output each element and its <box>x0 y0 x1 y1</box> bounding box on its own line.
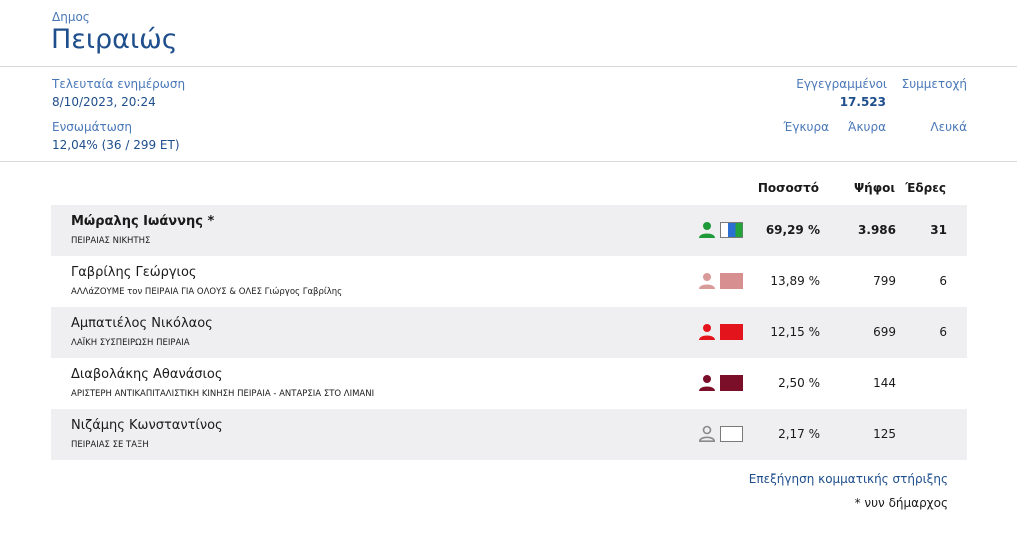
person-icon <box>699 375 715 391</box>
percent-value: 2,50 % <box>778 376 820 390</box>
registered-value: 17.523 <box>839 95 886 109</box>
last-update-label: Τελευταία ενημέρωση <box>52 77 186 91</box>
seats-value: 6 <box>939 325 947 339</box>
stats-panel: Τελευταία ενημέρωση 8/10/2023, 20:24 Ενσ… <box>0 67 1017 162</box>
registered-label: Εγγεγραμμένοι <box>796 77 887 91</box>
party-support-explanation-link[interactable]: Επεξήγηση κομματικής στήριξης <box>749 472 948 486</box>
candidate-row: Διαβολάκης Αθανάσιος ΑΡΙΣΤΕΡΗ ΑΝΤΙΚΑΠΙΤΑ… <box>51 358 967 409</box>
integration-value: 12,04% (36 / 299 ΕΤ) <box>52 138 180 152</box>
results-table: Μώραλης Ιωάννης * ΠΕΙΡΑΙΑΣ ΝΙΚΗΤΗΣ 69,29… <box>51 205 967 460</box>
votes-value: 144 <box>873 376 896 390</box>
candidate-name: Νιζάμης Κωνσταντίνος <box>71 418 223 433</box>
candidate-name: Διαβολάκης Αθανάσιος <box>71 367 223 382</box>
percent-value: 69,29 % <box>765 223 820 237</box>
party-color-swatch <box>720 426 743 442</box>
votes-value: 799 <box>873 274 896 288</box>
percent-value: 12,15 % <box>770 325 820 339</box>
person-icon <box>699 324 715 340</box>
party-name: ΑΡΙΣΤΕΡΗ ΑΝΤΙΚΑΠΙΤΑΛΙΣΤΙΚΗ ΚΙΝΗΣΗ ΠΕΙΡΑΙ… <box>71 389 375 399</box>
page-header: Δημος Πειραιώς <box>0 0 1017 67</box>
column-header-percent: Ποσοστό <box>757 181 819 195</box>
seats-value: 31 <box>930 223 947 237</box>
candidate-row: Αμπατιέλος Νικόλαος ΛΑΪΚΗ ΣΥΣΠΕΙΡΩΣΗ ΠΕΙ… <box>51 307 967 358</box>
person-icon <box>699 273 715 289</box>
candidate-row: Γαβρίλης Γεώργιος ΑΛΛάΖΟΥΜΕ τον ΠΕΙΡΑΙΑ … <box>51 256 967 307</box>
turnout-label: Συμμετοχή <box>901 77 967 91</box>
party-color-swatch <box>720 273 743 289</box>
incumbent-note: * νυν δήμαρχος <box>854 496 948 510</box>
integration-label: Ενσωμάτωση <box>52 120 132 134</box>
invalid-label: Άκυρα <box>848 120 886 134</box>
column-header-seats: Έδρες <box>905 181 946 195</box>
candidate-row: Μώραλης Ιωάννης * ΠΕΙΡΑΙΑΣ ΝΙΚΗΤΗΣ 69,29… <box>51 205 967 256</box>
party-name: ΑΛΛάΖΟΥΜΕ τον ΠΕΙΡΑΙΑ ΓΙΑ ΟΛΟΥΣ & ΟΛΕΣ Γ… <box>71 287 343 297</box>
person-icon <box>699 222 715 238</box>
last-update-value: 8/10/2023, 20:24 <box>52 95 156 109</box>
candidate-name: Γαβρίλης Γεώργιος <box>71 265 197 280</box>
seats-value: 6 <box>939 274 947 288</box>
party-color-swatch <box>720 324 743 340</box>
blank-label: Λευκά <box>930 120 967 134</box>
candidate-row: Νιζάμης Κωνσταντίνος ΠΕΙΡΑΙΑΣ ΣΕ ΤΑΞΗ 2,… <box>51 409 967 460</box>
column-header-votes: Ψήφοι <box>853 181 895 195</box>
page-title: Πειραιώς <box>51 24 178 55</box>
candidate-name: Αμπατιέλος Νικόλαος <box>71 316 213 331</box>
valid-label: Έγκυρα <box>783 120 829 134</box>
votes-value: 3.986 <box>858 223 896 237</box>
votes-value: 125 <box>873 427 896 441</box>
party-color-flag <box>720 222 743 238</box>
municipality-type: Δημος <box>52 10 90 24</box>
party-name: ΠΕΙΡΑΙΑΣ ΝΙΚΗΤΗΣ <box>71 236 151 246</box>
votes-value: 699 <box>873 325 896 339</box>
percent-value: 13,89 % <box>770 274 820 288</box>
percent-value: 2,17 % <box>778 427 820 441</box>
party-color-swatch <box>720 375 743 391</box>
party-name: ΛΑΪΚΗ ΣΥΣΠΕΙΡΩΣΗ ΠΕΙΡΑΙΑ <box>71 338 190 348</box>
candidate-name: Μώραλης Ιωάννης * <box>71 214 215 229</box>
party-name: ΠΕΙΡΑΙΑΣ ΣΕ ΤΑΞΗ <box>71 440 149 450</box>
person-outline-icon <box>698 425 716 442</box>
